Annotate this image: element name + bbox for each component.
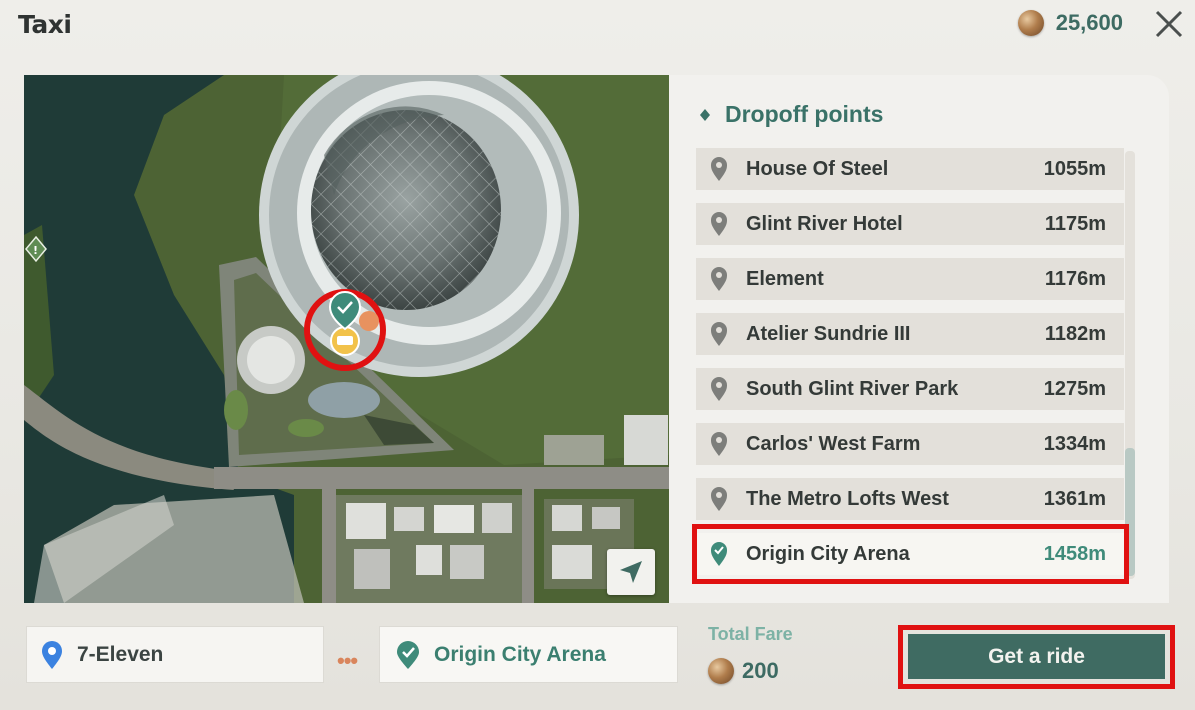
- pickup-field[interactable]: 7-Eleven: [26, 626, 324, 683]
- scrollbar[interactable]: [1125, 151, 1135, 579]
- dropoff-header: Dropoff points: [699, 101, 883, 128]
- coin-balance: 25,600: [1055, 10, 1123, 35]
- close-button[interactable]: [1153, 8, 1185, 40]
- dropoff-item-name: The Metro Lofts West: [746, 487, 949, 510]
- pickup-pin-icon: [42, 640, 62, 669]
- city-map[interactable]: !: [24, 75, 669, 603]
- dropoff-item[interactable]: South Glint River Park 1275m: [696, 368, 1124, 410]
- svg-text:!: !: [33, 244, 38, 257]
- dropoff-item-distance: 1175m: [1044, 212, 1106, 235]
- dropoff-item[interactable]: The Metro Lofts West 1361m: [696, 478, 1124, 520]
- dropoff-field[interactable]: Origin City Arena: [379, 626, 678, 683]
- dropoff-item-distance: 1334m: [1043, 432, 1106, 455]
- location-pin-icon: [710, 376, 728, 402]
- dropoff-list[interactable]: House Of Steel 1055m Glint River Hotel 1175…: [696, 148, 1124, 588]
- dropoff-item[interactable]: Element 1176m: [696, 258, 1124, 300]
- window-title: Taxi: [18, 10, 72, 39]
- dropoff-item-name: Atelier Sundrie III: [746, 322, 911, 345]
- dropoff-item-distance: 1055m: [1043, 157, 1106, 180]
- dropoff-item[interactable]: Atelier Sundrie III 1182m: [696, 313, 1124, 355]
- location-pin-icon: [710, 156, 728, 182]
- fare-value: 200: [742, 658, 779, 683]
- dropoff-item-name: South Glint River Park: [746, 377, 959, 400]
- coin-icon: [1017, 10, 1044, 36]
- dropoff-item-distance: 1182m: [1044, 322, 1106, 345]
- dropoff-check-pin-icon: [397, 640, 419, 669]
- location-pin-icon: [710, 321, 728, 347]
- fare-label: Total Fare: [708, 624, 793, 644]
- close-icon: [1155, 10, 1183, 38]
- dropoff-title: Dropoff points: [725, 101, 884, 127]
- dropoff-item[interactable]: Carlos' West Farm 1334m: [696, 423, 1124, 465]
- dropoff-item[interactable]: House Of Steel 1055m: [696, 148, 1124, 190]
- dropoff-label: Origin City Arena: [434, 642, 606, 666]
- dropoff-item-name: Carlos' West Farm: [746, 432, 921, 455]
- button-highlight: [898, 625, 1175, 689]
- coin-icon: [708, 658, 734, 684]
- selected-row-highlight: [692, 524, 1129, 584]
- location-pin-icon: [710, 266, 728, 292]
- dropoff-item-distance: 1361m: [1043, 487, 1106, 510]
- location-pin-icon: [710, 431, 728, 457]
- currency-display: 25,600: [1017, 10, 1123, 36]
- navigation-arrow-icon: [620, 561, 642, 583]
- header-bar: Taxi 25,600: [0, 0, 1195, 52]
- dropoff-item-name: House Of Steel: [746, 157, 889, 180]
- dropoff-item[interactable]: Glint River Hotel 1175m: [696, 203, 1124, 245]
- pickup-label: 7-Eleven: [77, 642, 164, 666]
- dropoff-item-name: Glint River Hotel: [746, 212, 903, 235]
- dropoff-item-distance: 1176m: [1044, 267, 1106, 290]
- location-pin-icon: [710, 486, 728, 512]
- locate-button[interactable]: [607, 549, 655, 595]
- dropoff-item-name: Element: [746, 267, 824, 290]
- location-pin-icon: [710, 211, 728, 237]
- dropoff-item-distance: 1275m: [1043, 377, 1106, 400]
- route-separator: •••: [337, 648, 358, 673]
- diamond-bullet-icon: [700, 108, 710, 121]
